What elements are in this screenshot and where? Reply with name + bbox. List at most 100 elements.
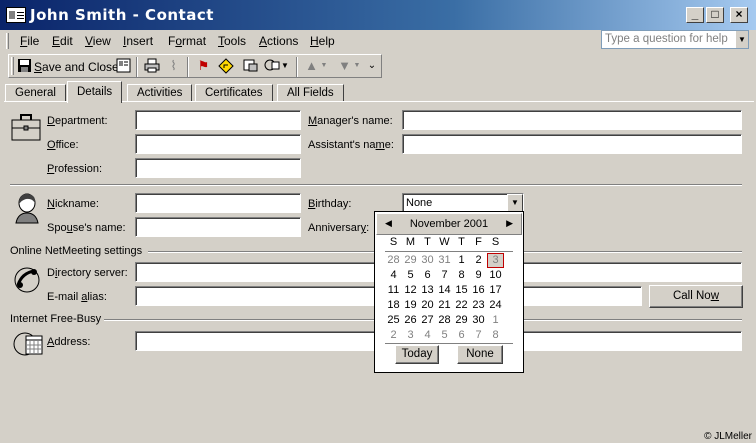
minimize-button[interactable]: _ (686, 7, 704, 23)
birthday-input[interactable]: None (402, 193, 524, 213)
calendar-day[interactable]: 4 (419, 328, 436, 343)
tab-details[interactable]: Details (67, 81, 123, 103)
toolbar-options-icon[interactable]: ⌄ (367, 58, 377, 74)
spouses-name-input[interactable] (135, 217, 301, 237)
attach-paperclip-icon[interactable]: ⌇ (165, 58, 182, 74)
dropdown-arrow-icon[interactable]: ▼ (281, 58, 289, 74)
managers-name-input[interactable] (402, 110, 742, 130)
calendar-day[interactable]: 28 (436, 313, 453, 328)
calendar-day[interactable]: 3 (402, 328, 419, 343)
save-and-close-button[interactable]: Save and Close (34, 60, 119, 74)
calendar-day[interactable]: 7 (470, 328, 487, 343)
calendar-day[interactable]: 4 (385, 268, 402, 283)
menu-view[interactable]: View (85, 34, 111, 48)
tab-general[interactable]: General (5, 84, 66, 102)
tab-certificates[interactable]: Certificates (195, 84, 273, 102)
calendar-day[interactable]: 22 (453, 298, 470, 313)
calendar-day[interactable]: 6 (419, 268, 436, 283)
toolbar-separator (187, 57, 189, 77)
next-dropdown-icon[interactable]: ▼ (353, 58, 361, 74)
follow-up-flag-icon[interactable]: ⚑ (195, 58, 212, 74)
calendar-day[interactable]: 6 (453, 328, 470, 343)
menu-grip[interactable] (6, 33, 9, 49)
profession-input[interactable] (135, 158, 301, 178)
calendar-day[interactable]: 14 (436, 283, 453, 298)
previous-item-icon[interactable]: ▲ (303, 58, 320, 74)
netmeeting-phone-icon (12, 265, 44, 297)
tab-activities[interactable]: Activities (127, 84, 193, 102)
birthday-dropdown-arrow-icon[interactable]: ▼ (507, 194, 523, 212)
calendar-day[interactable]: 2 (385, 328, 402, 343)
toolbar-grip[interactable] (11, 57, 14, 75)
calendar-day[interactable]: 28 (385, 253, 402, 268)
menu-edit[interactable]: Edit (52, 34, 73, 48)
calendar-day[interactable]: 19 (402, 298, 419, 313)
toolbar-separator (296, 57, 298, 77)
calendar-day[interactable]: 12 (402, 283, 419, 298)
calendar-globe-icon (12, 328, 44, 360)
nickname-input[interactable] (135, 193, 301, 213)
menu-format[interactable]: Format (168, 34, 206, 48)
close-button[interactable]: × (730, 7, 748, 23)
maximize-button[interactable]: □ (706, 7, 724, 23)
calendar-day[interactable]: 27 (419, 313, 436, 328)
menu-actions[interactable]: Actions (259, 34, 298, 48)
call-now-button[interactable]: Call Now (649, 285, 743, 308)
calendar-day[interactable]: 11 (385, 283, 402, 298)
tab-all-fields[interactable]: All Fields (277, 84, 344, 102)
watermark-credit: © JLMeller (704, 431, 752, 442)
calendar-day[interactable]: 8 (487, 328, 504, 343)
calendar-day[interactable]: 8 (453, 268, 470, 283)
new-meeting-request-icon[interactable] (263, 58, 280, 74)
menu-file[interactable]: File (20, 34, 39, 48)
print-icon[interactable] (143, 58, 160, 74)
calendar-day[interactable]: 7 (436, 268, 453, 283)
save-disk-icon[interactable] (16, 58, 33, 74)
calendar-day[interactable]: 1 (453, 253, 470, 268)
calendar-day[interactable]: 13 (419, 283, 436, 298)
department-label: Department: (47, 115, 108, 127)
previous-dropdown-icon[interactable]: ▼ (320, 58, 328, 74)
new-message-to-contact-icon[interactable] (241, 58, 258, 74)
display-map-icon[interactable] (217, 58, 234, 74)
menu-insert[interactable]: Insert (123, 34, 153, 48)
today-button[interactable]: Today (395, 345, 439, 364)
calendar-day[interactable]: 9 (470, 268, 487, 283)
calendar-day[interactable]: 26 (402, 313, 419, 328)
calendar-day[interactable]: 10 (487, 268, 504, 283)
calendar-day[interactable]: 17 (487, 283, 504, 298)
calendar-day[interactable]: 1 (487, 313, 504, 328)
calendar-month-label: November 2001 (409, 218, 489, 230)
calendar-day[interactable]: 18 (385, 298, 402, 313)
calendar-day[interactable]: 5 (402, 268, 419, 283)
menu-help[interactable]: Help (310, 34, 335, 48)
menu-tools[interactable]: Tools (218, 34, 246, 48)
calendar-day[interactable]: 21 (436, 298, 453, 313)
calendar-day[interactable]: 23 (470, 298, 487, 313)
calendar-day[interactable]: 30 (470, 313, 487, 328)
calendar-day[interactable]: 2 (470, 253, 487, 268)
none-button[interactable]: None (457, 345, 503, 364)
directory-server-label: Directory server: (47, 267, 128, 279)
office-input[interactable] (135, 134, 301, 154)
email-alias-label: E-mail alias: (47, 291, 107, 303)
next-item-icon[interactable]: ▼ (336, 58, 353, 74)
ask-question-input[interactable]: Type a question for help ▼ (601, 30, 749, 49)
calendar-day[interactable]: 24 (487, 298, 504, 313)
calendar-day[interactable]: 5 (436, 328, 453, 343)
ask-dropdown-arrow-icon[interactable]: ▼ (736, 31, 748, 48)
calendar-day[interactable]: 25 (385, 313, 402, 328)
assistants-name-input[interactable] (402, 134, 742, 154)
calendar-day[interactable]: 15 (453, 283, 470, 298)
calendar-day[interactable]: 30 (419, 253, 436, 268)
save-contact-card-icon[interactable] (115, 58, 132, 74)
calendar-day[interactable]: 20 (419, 298, 436, 313)
calendar-day[interactable]: 3 (487, 253, 504, 268)
calendar-day[interactable]: 29 (453, 313, 470, 328)
calendar-day[interactable]: 31 (436, 253, 453, 268)
next-month-arrow-icon[interactable]: ▶ (506, 218, 513, 229)
department-input[interactable] (135, 110, 301, 130)
person-icon (12, 192, 44, 224)
calendar-day[interactable]: 16 (470, 283, 487, 298)
calendar-day[interactable]: 29 (402, 253, 419, 268)
